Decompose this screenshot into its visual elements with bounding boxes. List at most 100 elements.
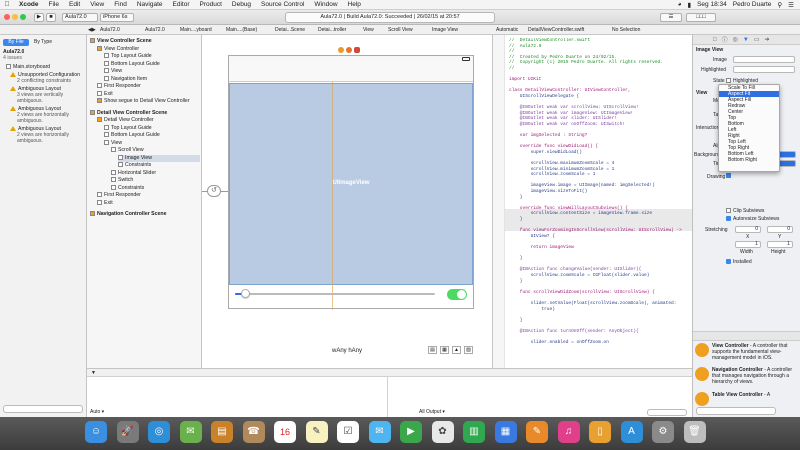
stop-button[interactable]: ■ [46, 13, 56, 22]
stretch-y-field[interactable]: 0 [767, 226, 793, 233]
outline-item[interactable]: Exit [97, 200, 200, 207]
photos-icon[interactable]: ✿ [431, 421, 454, 443]
ibooks-icon[interactable]: ▯ [589, 421, 611, 443]
safari-icon[interactable]: ◎ [148, 421, 170, 443]
itunes-icon[interactable]: ♫ [557, 421, 580, 443]
check-clears-graphics[interactable] [726, 173, 733, 179]
variables-filter[interactable]: Auto ▾ [90, 409, 104, 415]
connections-inspector-icon[interactable]: ➜ [765, 36, 770, 43]
keynote-icon[interactable]: ▦ [494, 421, 517, 443]
stretch-x-field[interactable]: 0 [735, 226, 761, 233]
outline-item[interactable]: Switch [111, 177, 200, 184]
check-installed[interactable]: Installed [726, 259, 752, 265]
outline-item[interactable]: Constraints [111, 185, 200, 192]
clock[interactable]: Seg 18:34 [697, 1, 727, 8]
resolve-icon[interactable]: ▲ [452, 346, 461, 354]
resizing-icon[interactable]: ▧ [464, 346, 473, 354]
pin-icon[interactable]: ▦ [440, 346, 449, 354]
outline-item[interactable]: Top Layout Guide [104, 53, 200, 60]
breadcrumb-item[interactable]: Main....(Base) [226, 26, 271, 34]
image-field[interactable] [733, 56, 795, 63]
notes-icon[interactable]: ✎ [305, 421, 328, 443]
menu-debug[interactable]: Debug [227, 1, 256, 8]
pages-icon[interactable]: ✎ [526, 421, 548, 443]
outline-item[interactable]: View Controller [97, 46, 200, 53]
library-item[interactable]: View Controller - A controller that supp… [695, 343, 799, 367]
outline-item[interactable]: View [104, 68, 200, 75]
horizontal-slider[interactable] [235, 289, 435, 298]
assistant-editor[interactable]: // DetailViewController.swift// Aula72.0… [492, 35, 693, 368]
assistant-file[interactable]: DetailViewController.swift [528, 26, 608, 34]
assistant-selection[interactable]: No Selection [612, 26, 662, 34]
outline-item[interactable]: Exit [97, 91, 200, 98]
breadcrumb-item[interactable]: Aula72.0 [145, 26, 175, 34]
library-item[interactable]: Table View Controller - A [695, 392, 799, 406]
breadcrumb-item[interactable]: Scroll View [388, 26, 426, 34]
outline-item[interactable]: Bottom Layout Guide [104, 132, 200, 139]
check-autoresize-subviews[interactable]: Autoresize Subviews [726, 216, 779, 222]
device-selector[interactable]: iPhone 6s [100, 13, 134, 22]
breadcrumb-item[interactable]: Detai...troller [318, 26, 358, 34]
tab-by-type[interactable]: By Type [30, 39, 56, 46]
outline-item[interactable]: Image View [118, 154, 200, 162]
outline-item[interactable]: Navigation Controller Scene [90, 211, 200, 218]
view-toggle-buttons[interactable]: □□□ [686, 13, 716, 22]
calendar-icon[interactable]: 16 [274, 421, 296, 443]
align-icon[interactable]: ▤ [428, 346, 437, 354]
trash-icon[interactable]: 🗑 [683, 421, 706, 443]
size-inspector-icon[interactable]: ▭ [754, 36, 760, 43]
content-mode-menu[interactable]: Scale To Fill Aspect Fit Aspect Fill Redraw… [718, 84, 780, 172]
user-name[interactable]: Pedro Duarte [733, 1, 772, 8]
tab-by-file[interactable]: By File [3, 39, 29, 46]
stretch-width-field[interactable]: 1 [735, 241, 761, 248]
menu-navigate[interactable]: Navigate [132, 1, 168, 8]
outline-item[interactable]: Top Layout Guide [104, 125, 200, 132]
menu-edit[interactable]: Edit [64, 1, 85, 8]
launchpad-icon[interactable]: 🚀 [116, 421, 139, 443]
menu-window[interactable]: Window [309, 1, 342, 8]
spotlight-icon[interactable]: ⚲ [777, 1, 782, 9]
tint-color-well[interactable] [778, 160, 796, 167]
numbers-icon[interactable]: ▥ [463, 421, 485, 443]
issue-file[interactable]: Main.storyboard [6, 64, 50, 71]
file-inspector-icon[interactable]: □ [713, 37, 717, 43]
stretch-height-field[interactable]: 1 [767, 241, 793, 248]
nav-back-icon[interactable]: ◀▶ [88, 26, 96, 34]
notification-center-icon[interactable]: ☰ [788, 1, 794, 9]
detail-view-controller-frame[interactable]: UIImageView [228, 55, 474, 310]
outline-item[interactable]: Scroll View [111, 147, 200, 154]
console-search-field[interactable] [647, 409, 687, 416]
highlighted-field[interactable] [733, 66, 795, 73]
attributes-inspector-icon[interactable]: ▼ [743, 37, 749, 43]
system-preferences-icon[interactable]: ⚙ [652, 421, 674, 443]
breadcrumb-item[interactable]: Aula72.0 [100, 26, 130, 34]
breadcrumb-item[interactable]: Detai...Scene [275, 26, 315, 34]
slider-thumb[interactable] [241, 289, 250, 298]
outline-item[interactable]: First Responder [97, 192, 200, 199]
outline-item[interactable]: Detail View Controller [97, 117, 200, 124]
facetime-icon[interactable]: ▶ [400, 421, 422, 443]
navigation-bar[interactable] [229, 62, 473, 82]
photos-preview-icon[interactable]: ✉ [179, 421, 202, 443]
reminders-icon[interactable]: ☑ [337, 421, 359, 443]
breadcrumb-item[interactable]: Image View [432, 26, 472, 34]
source-code[interactable]: // DetailViewController.swift// Aula72.0… [509, 38, 691, 366]
first-responder-icon[interactable] [346, 47, 352, 53]
quick-help-icon[interactable]: ⓘ [722, 35, 728, 44]
assistant-automatic[interactable]: Automatic [496, 26, 526, 34]
library-item[interactable]: Navigation Controller - A controller tha… [695, 367, 799, 391]
outline-item[interactable]: First Responder [97, 83, 200, 90]
menu-editor[interactable]: Editor [168, 1, 195, 8]
view-controller-icon[interactable] [338, 47, 344, 53]
mode-option[interactable]: Bottom Right [719, 157, 779, 163]
run-button[interactable]: ▶ [34, 13, 44, 22]
breadcrumb-item[interactable]: View [363, 26, 383, 34]
wifi-icon[interactable]: ◕ [678, 1, 682, 8]
console-filter[interactable]: All Output ▾ [419, 409, 445, 415]
image-view[interactable]: UIImageView [229, 83, 473, 285]
outline-item[interactable]: Navigation Item [104, 76, 200, 83]
menu-xcode[interactable]: Xcode [14, 1, 44, 8]
messages-icon[interactable]: ✉ [368, 421, 391, 443]
contacts-icon[interactable]: ☎ [242, 421, 265, 443]
menu-file[interactable]: File [44, 1, 64, 8]
